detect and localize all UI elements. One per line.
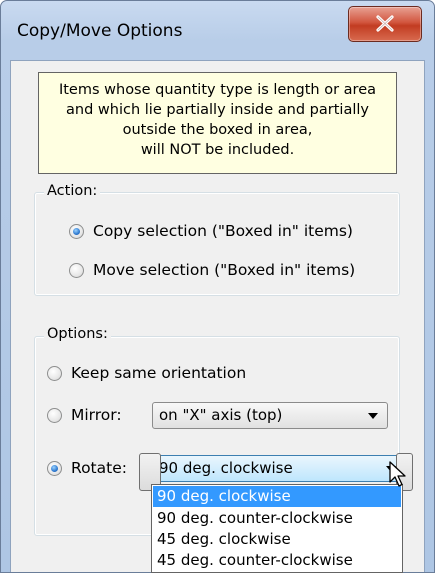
move-selection-label: Move selection ("Boxed in" items): [93, 261, 356, 279]
mirror-radio[interactable]: Mirror:: [47, 404, 122, 426]
title-bar[interactable]: Copy/Move Options: [1, 1, 434, 63]
keep-orientation-radio[interactable]: Keep same orientation: [47, 362, 246, 384]
copy-selection-radio[interactable]: Copy selection ("Boxed in" items): [69, 220, 353, 242]
dropdown-option[interactable]: 90 deg. clockwise: [153, 486, 401, 507]
action-group-legend: Action:: [44, 183, 101, 199]
rotate-radio[interactable]: Rotate:: [47, 457, 127, 479]
rotate-label: Rotate:: [71, 459, 127, 477]
note-line: Items whose quantity type is length or a…: [58, 82, 377, 98]
mouse-pointer-icon: [389, 461, 406, 487]
mirror-label: Mirror:: [71, 406, 122, 424]
radio-unchecked-icon[interactable]: [47, 407, 62, 423]
radio-unchecked-icon[interactable]: [69, 262, 84, 278]
rotate-angle-dropdown-list: 90 deg. clockwise 90 deg. counter-clockw…: [151, 484, 403, 573]
info-note: Items whose quantity type is length or a…: [38, 72, 397, 174]
dropdown-option[interactable]: 45 deg. clockwise: [153, 529, 401, 550]
close-icon: [376, 15, 394, 32]
chevron-down-icon: [368, 413, 378, 419]
move-selection-radio[interactable]: Move selection ("Boxed in" items): [69, 259, 355, 281]
radio-unchecked-icon[interactable]: [47, 365, 62, 381]
mirror-axis-value: on "X" axis (top): [159, 406, 283, 424]
window-title: Copy/Move Options: [17, 21, 183, 41]
dropdown-option[interactable]: 45 deg. counter-clockwise: [153, 550, 401, 571]
close-button[interactable]: [348, 6, 422, 42]
rotate-angle-select[interactable]: 90 deg. clockwise: [152, 455, 406, 482]
note-line: outside the boxed in area,: [122, 122, 313, 138]
radio-checked-icon[interactable]: [69, 223, 84, 239]
copy-selection-label: Copy selection ("Boxed in" items): [93, 222, 353, 240]
options-group-legend: Options:: [44, 326, 111, 342]
dropdown-option[interactable]: 90 deg. counter-clockwise: [153, 508, 401, 529]
note-line: and which lie partially inside and parti…: [66, 102, 369, 118]
mirror-axis-select[interactable]: on "X" axis (top): [152, 402, 388, 429]
note-line: will NOT be included.: [140, 142, 295, 158]
rotate-angle-value: 90 deg. clockwise: [159, 459, 293, 477]
keep-orientation-label: Keep same orientation: [71, 364, 247, 382]
radio-checked-icon[interactable]: [47, 460, 62, 476]
